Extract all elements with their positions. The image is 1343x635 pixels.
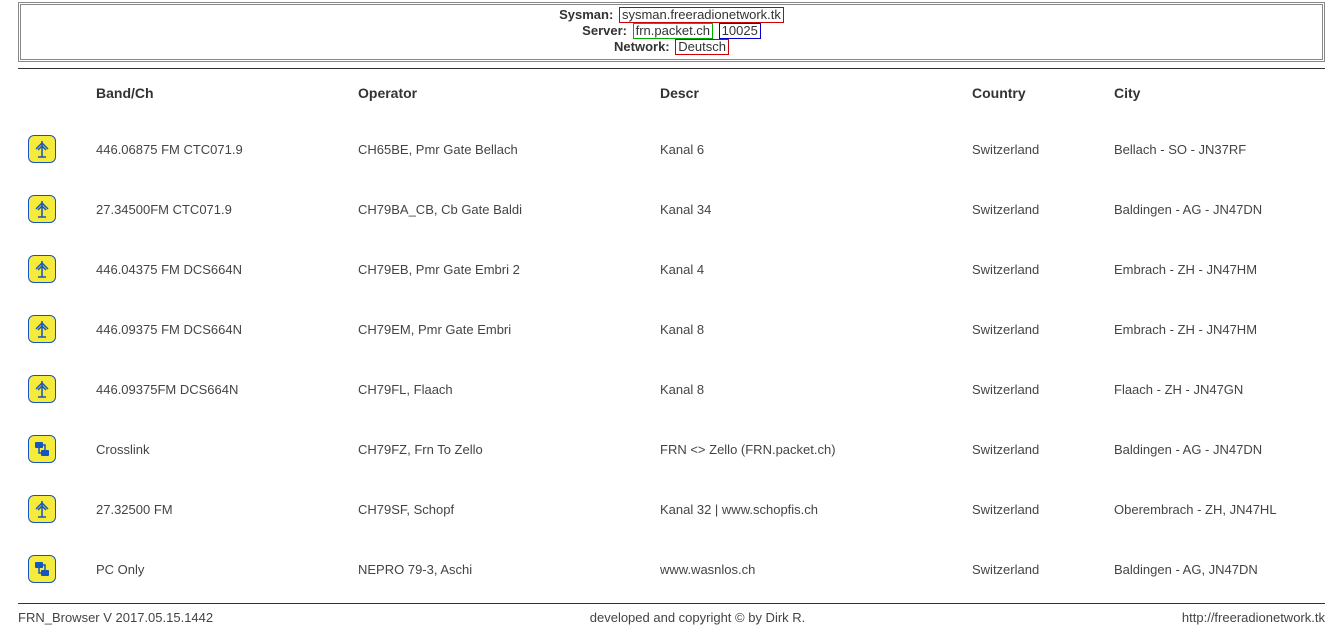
cell-country: Switzerland [966,179,1108,239]
server-port[interactable]: 10025 [719,23,761,39]
table-header-row: Band/Ch Operator Descr Country City [18,75,1325,119]
cell-country: Switzerland [966,539,1108,599]
cell-descr: Kanal 6 [654,119,966,179]
table-row[interactable]: 446.09375FM DCS664NCH79FL, FlaachKanal 8… [18,359,1325,419]
cell-band: 446.04375 FM DCS664N [90,239,352,299]
antenna-icon [28,315,56,343]
cell-descr: www.wasnlos.ch [654,539,966,599]
cell-operator: NEPRO 79-3, Aschi [352,539,654,599]
table-row[interactable]: CrosslinkCH79FZ, Frn To ZelloFRN <> Zell… [18,419,1325,479]
cell-country: Switzerland [966,299,1108,359]
cell-city: Flaach - ZH - JN47GN [1108,359,1325,419]
col-city[interactable]: City [1108,75,1325,119]
cell-operator: CH79BA_CB, Cb Gate Baldi [352,179,654,239]
col-operator[interactable]: Operator [352,75,654,119]
cell-city: Oberembrach - ZH, JN47HL [1108,479,1325,539]
footer-credit: developed and copyright © by Dirk R. [590,610,806,625]
cell-descr: FRN <> Zello (FRN.packet.ch) [654,419,966,479]
col-band[interactable]: Band/Ch [90,75,352,119]
antenna-icon [28,375,56,403]
cell-operator: CH79FZ, Frn To Zello [352,419,654,479]
cell-operator: CH79FL, Flaach [352,359,654,419]
server-label: Server: [582,23,627,38]
nodes-table: Band/Ch Operator Descr Country City 446.… [18,75,1325,599]
cell-operator: CH65BE, Pmr Gate Bellach [352,119,654,179]
cell-band: PC Only [90,539,352,599]
cell-descr: Kanal 4 [654,239,966,299]
table-row[interactable]: 27.34500FM CTC071.9CH79BA_CB, Cb Gate Ba… [18,179,1325,239]
cell-city: Embrach - ZH - JN47HM [1108,239,1325,299]
cell-descr: Kanal 34 [654,179,966,239]
cell-operator: CH79EB, Pmr Gate Embri 2 [352,239,654,299]
crosslink-icon [28,435,56,463]
cell-country: Switzerland [966,479,1108,539]
cell-band: 446.09375 FM DCS664N [90,299,352,359]
server-host[interactable]: frn.packet.ch [633,23,713,39]
separator-top [18,68,1325,69]
sysman-label: Sysman: [559,7,613,22]
cell-operator: CH79EM, Pmr Gate Embri [352,299,654,359]
cell-band: 446.06875 FM CTC071.9 [90,119,352,179]
antenna-icon [28,135,56,163]
cell-country: Switzerland [966,239,1108,299]
cell-band: 27.32500 FM [90,479,352,539]
cell-city: Embrach - ZH - JN47HM [1108,299,1325,359]
cell-descr: Kanal 32 | www.schopfis.ch [654,479,966,539]
footer-version: FRN_Browser V 2017.05.15.1442 [18,610,213,625]
col-descr[interactable]: Descr [654,75,966,119]
cell-country: Switzerland [966,359,1108,419]
header-server-line: Server: frn.packet.ch 10025 [21,23,1322,39]
table-row[interactable]: PC OnlyNEPRO 79-3, Aschiwww.wasnlos.chSw… [18,539,1325,599]
cell-country: Switzerland [966,419,1108,479]
antenna-icon [28,495,56,523]
cell-city: Baldingen - AG, JN47DN [1108,539,1325,599]
cell-descr: Kanal 8 [654,359,966,419]
cell-city: Bellach - SO - JN37RF [1108,119,1325,179]
footer-url[interactable]: http://freeradionetwork.tk [1182,610,1325,625]
cell-city: Baldingen - AG - JN47DN [1108,419,1325,479]
sysman-value[interactable]: sysman.freeradionetwork.tk [619,7,784,23]
cell-city: Baldingen - AG - JN47DN [1108,179,1325,239]
crosslink-icon [28,555,56,583]
header-sysman-line: Sysman: sysman.freeradionetwork.tk [21,7,1322,23]
cell-country: Switzerland [966,119,1108,179]
table-row[interactable]: 446.04375 FM DCS664NCH79EB, Pmr Gate Emb… [18,239,1325,299]
network-label: Network: [614,39,670,54]
cell-band: 27.34500FM CTC071.9 [90,179,352,239]
cell-operator: CH79SF, Schopf [352,479,654,539]
antenna-icon [28,255,56,283]
table-row[interactable]: 27.32500 FMCH79SF, SchopfKanal 32 | www.… [18,479,1325,539]
cell-descr: Kanal 8 [654,299,966,359]
col-icon [18,75,90,119]
table-row[interactable]: 446.06875 FM CTC071.9CH65BE, Pmr Gate Be… [18,119,1325,179]
network-value[interactable]: Deutsch [675,39,729,55]
col-country[interactable]: Country [966,75,1108,119]
footer: FRN_Browser V 2017.05.15.1442 developed … [18,604,1325,635]
table-row[interactable]: 446.09375 FM DCS664NCH79EM, Pmr Gate Emb… [18,299,1325,359]
cell-band: Crosslink [90,419,352,479]
antenna-icon [28,195,56,223]
cell-band: 446.09375FM DCS664N [90,359,352,419]
header-box: Sysman: sysman.freeradionetwork.tk Serve… [18,2,1325,62]
header-network-line: Network: Deutsch [21,39,1322,55]
